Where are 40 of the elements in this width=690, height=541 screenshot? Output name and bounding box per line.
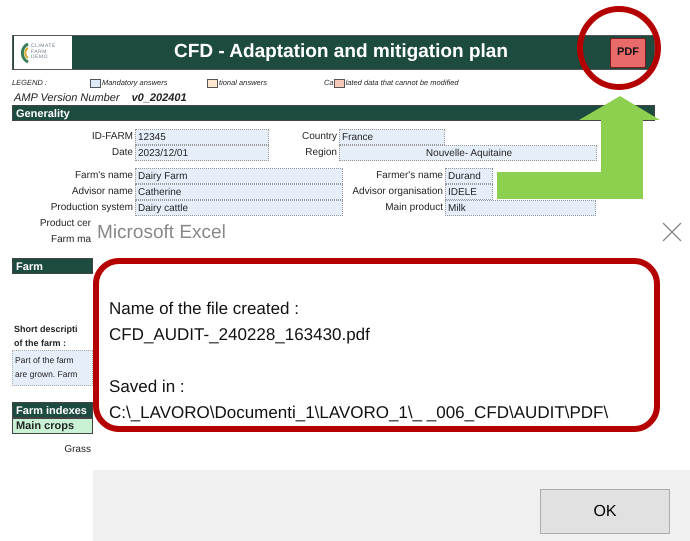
- dialog-message: CFD_AUDIT-_240228_163430.pdf: [109, 324, 371, 346]
- field-label: Product cer: [38, 217, 92, 231]
- field-label: Advisor organisation: [351, 185, 444, 199]
- field-value: Milk: [445, 200, 596, 216]
- field-value: Dairy Farm: [135, 168, 343, 184]
- field-label: Region: [304, 146, 338, 160]
- sheet-title: CFD - Adaptation and mitigation plan: [173, 40, 509, 64]
- field-value: Dairy cattle: [135, 200, 343, 216]
- field-value: IDELE: [445, 184, 493, 200]
- field-value: Durand: [445, 168, 493, 184]
- field-label: Country: [300, 130, 338, 144]
- field-label: ID-FARM: [90, 130, 134, 144]
- section-header: Farm indexes: [12, 402, 93, 418]
- field-label: Main product: [384, 201, 444, 215]
- field-value: 12345: [135, 129, 269, 145]
- field-label: Production system: [50, 201, 134, 215]
- close-icon[interactable]: [662, 222, 682, 242]
- dialog-message: C:\_LAVORO\Documenti_1\LAVORO_1\_ _006_CFD\AUDIT\PDF\: [109, 402, 608, 424]
- field-label: Farm ma: [50, 233, 92, 247]
- ok-button[interactable]: OK: [540, 489, 670, 534]
- dialog-message: Name of the file created :: [109, 298, 300, 320]
- description-label: Short descripti of the farm :: [13, 323, 79, 350]
- description-field: Part of the farm are grown. Farm: [12, 350, 93, 386]
- field-value: Nouvelle- Aquitaine: [339, 145, 597, 161]
- field-label: Farmer's name: [375, 169, 444, 183]
- pdf-button[interactable]: PDF: [610, 38, 646, 68]
- field-label: Advisor name: [70, 185, 134, 199]
- version-label: AMP Version Number: [14, 91, 120, 105]
- dialog-title: Microsoft Excel: [97, 221, 226, 245]
- subsection-header: Main crops: [12, 418, 93, 434]
- field-label: Date: [110, 146, 134, 160]
- version-value: v0_202401: [132, 91, 187, 105]
- section-header: Generality: [12, 105, 655, 121]
- field-label: Farm's name: [74, 169, 134, 183]
- field-label: Grass: [63, 443, 92, 457]
- field-value: France: [339, 129, 445, 145]
- field-value: 2023/12/01: [135, 145, 269, 161]
- dialog-message: Saved in :: [109, 376, 186, 398]
- field-value: Catherine: [135, 184, 343, 200]
- section-header: Farm: [12, 258, 93, 274]
